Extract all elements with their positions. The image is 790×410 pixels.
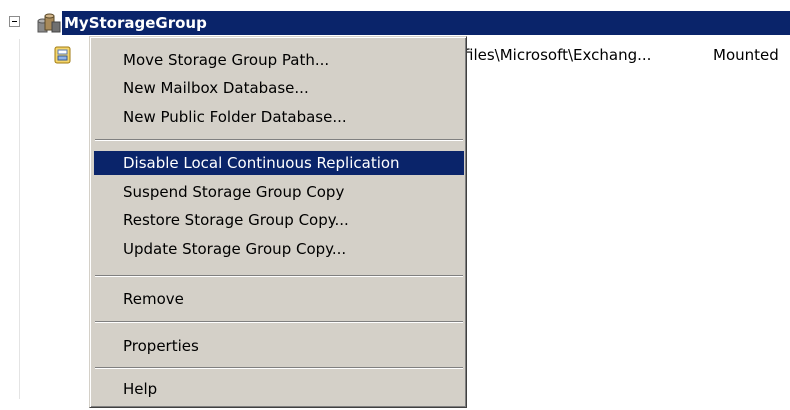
menu-item-new-public-folder-database[interactable]: New Public Folder Database... [94, 105, 464, 129]
database-status: Mounted [713, 46, 779, 64]
menu-item-update-storage-group-copy[interactable]: Update Storage Group Copy... [94, 237, 464, 261]
storage-group-icon [37, 13, 61, 33]
menu-item-properties[interactable]: Properties [94, 334, 464, 358]
menu-item-remove[interactable]: Remove [94, 287, 464, 311]
menu-separator [95, 139, 463, 141]
menu-separator [95, 367, 463, 369]
storage-group-label[interactable]: MyStorageGroup [64, 13, 207, 33]
database-path: files\Microsoft\Exchang... [464, 46, 652, 64]
tree-node-storage-group[interactable]: MyStorageGroup [0, 11, 790, 35]
menu-item-help[interactable]: Help [94, 377, 464, 401]
menu-item-disable-local-continuous-replication[interactable]: Disable Local Continuous Replication [94, 151, 464, 175]
tree-connector-line [19, 39, 20, 399]
menu-item-move-storage-group-path[interactable]: Move Storage Group Path... [94, 48, 464, 72]
menu-separator [95, 321, 463, 323]
mailbox-database-icon [54, 46, 71, 64]
collapse-toggle-icon[interactable] [9, 16, 20, 27]
menu-item-suspend-storage-group-copy[interactable]: Suspend Storage Group Copy [94, 180, 464, 204]
context-menu: Move Storage Group Path... New Mailbox D… [89, 36, 467, 408]
menu-item-new-mailbox-database[interactable]: New Mailbox Database... [94, 76, 464, 100]
menu-separator [95, 275, 463, 277]
menu-item-restore-storage-group-copy[interactable]: Restore Storage Group Copy... [94, 208, 464, 232]
